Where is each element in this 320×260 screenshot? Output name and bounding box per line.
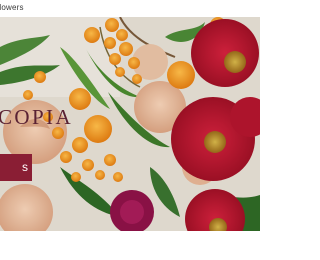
bottom-area (0, 231, 260, 260)
top-bar: flowers (0, 0, 260, 17)
shop-button-label: s (22, 160, 28, 174)
shop-button[interactable]: s (0, 154, 32, 181)
hero-title: COPIA (0, 105, 74, 129)
hero-banner: COPIA s (0, 17, 260, 231)
page: flowers (0, 0, 260, 260)
site-brand-text[interactable]: flowers (0, 3, 24, 12)
